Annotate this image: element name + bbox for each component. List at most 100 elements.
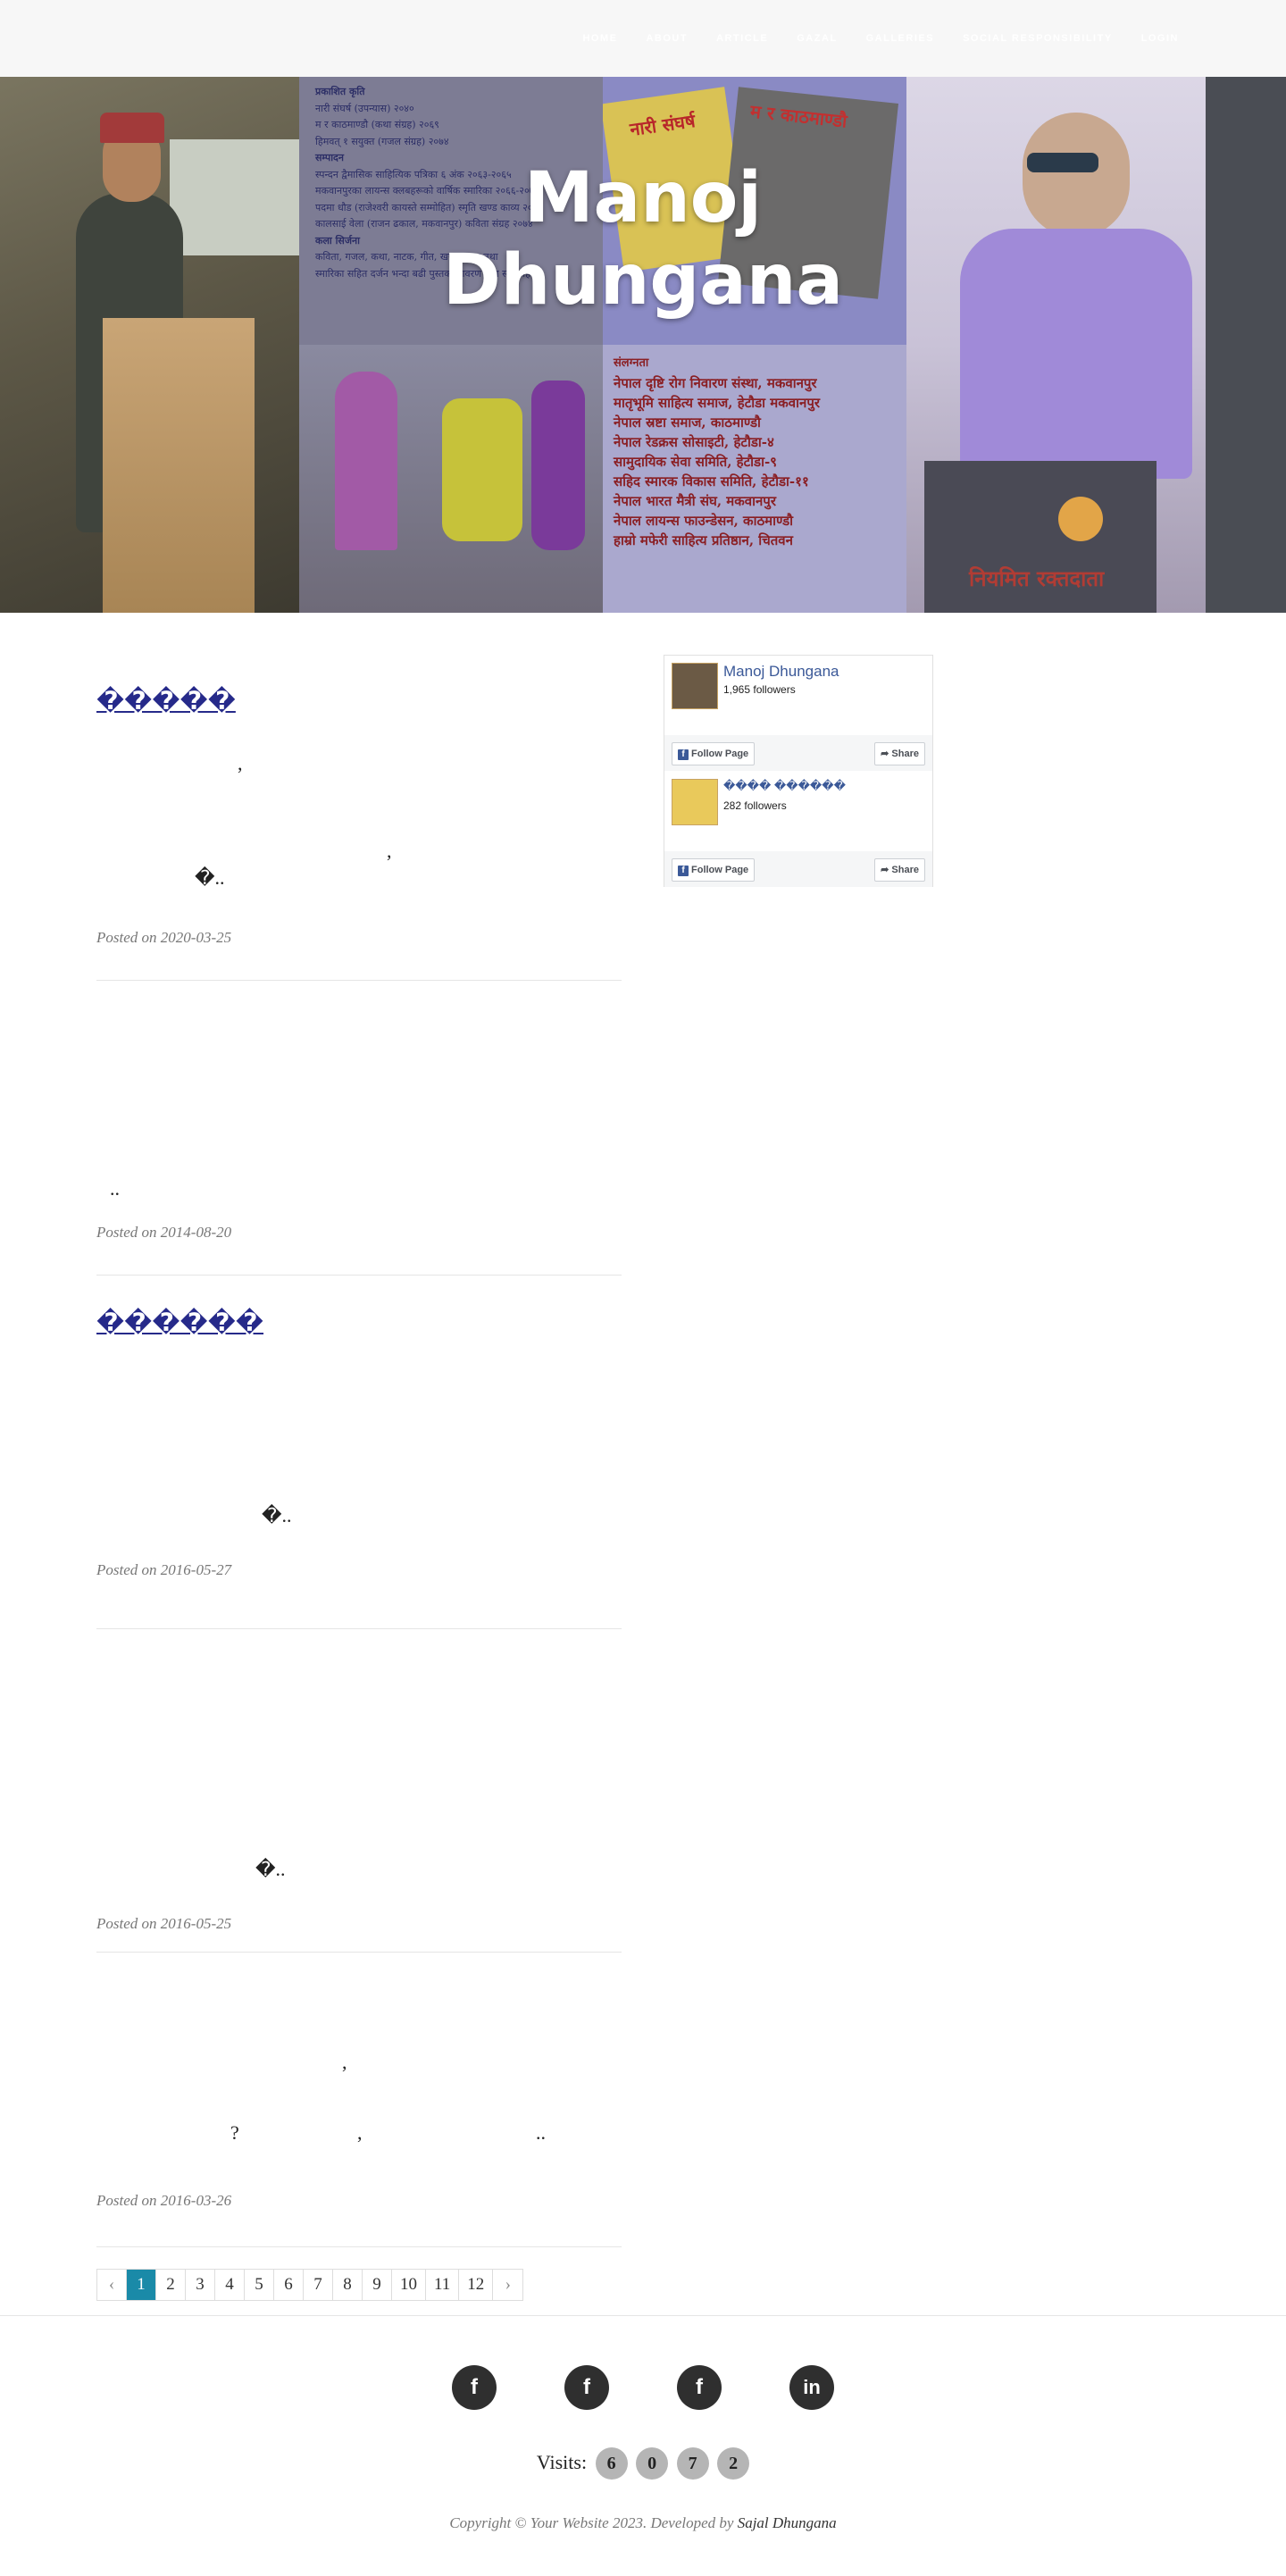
hero-title-last: Dhungana [443,240,843,321]
fb-follower-count: 282 followers [723,799,787,812]
post-excerpt: �.. [96,1275,622,1561]
post-meta: Posted on 2016-03-26 [96,2192,232,2209]
publication-line: प्रकाशित कृति [315,86,365,97]
facebook-icon: f [678,866,689,876]
pagination-page[interactable]: 1 [127,2270,156,2300]
pagination-page[interactable]: 10 [392,2270,426,2300]
nav-login[interactable]: LOGIN [1141,33,1179,44]
nav-about[interactable]: ABOUT [646,33,688,44]
publication-line: म र काठमाण्डौ (कथा संग्रह) २०६९ [315,119,439,130]
footer-divider [0,2315,1286,2316]
publication-line: हिमवत् १ सयुक्त (गजल संग्रह) २०७४ [315,135,449,147]
fb-page-avatar[interactable] [672,663,718,709]
facebook-icon[interactable]: f [564,2365,609,2410]
hero-title-first: Manoj [523,158,763,238]
facebook-page-widget: Manoj Dhungana 1,965 followers f Follow P… [664,655,933,887]
nav-social-responsibility[interactable]: SOCIAL RESPONSIBILITY [963,33,1113,44]
pagination: ‹ 1 2 3 4 5 6 7 8 9 10 11 12 › [96,2269,524,2301]
pagination-page[interactable]: 9 [363,2270,392,2300]
visit-digit: 7 [676,2447,709,2480]
pagination-page[interactable]: 3 [186,2270,215,2300]
affiliation-line: मातृभूमि साहित्य समाज, हेटौडा मकवानपुर [614,395,820,411]
post-preview: , ? , .. Posted on 2016-03-26 [96,1953,622,2247]
post-date: 2014-08-20 [160,1224,232,1241]
post-excerpt: , ? , .. [96,1953,622,2185]
post-excerpt: �.. [96,1629,622,1897]
fb-page-card: ���� ������ 282 followers f Follow Page ➦… [664,772,932,887]
excerpt-fragment: , [357,2121,363,2144]
facebook-icon[interactable]: f [452,2365,497,2410]
post-date: 2016-05-25 [160,1915,232,1932]
pagination-page[interactable]: 11 [426,2270,460,2300]
excerpt-fragment: , [342,2051,347,2073]
fb-share-button[interactable]: ➦ Share [874,742,925,765]
copyright: Copyright © Your Website 2023. Developed… [0,2514,1286,2532]
nav-home[interactable]: HOME [582,33,617,44]
post-meta: Posted on 2014-08-20 [96,1224,232,1241]
excerpt-fragment: .. [536,2121,546,2144]
nav-article[interactable]: ARTICLE [716,33,768,44]
pagination-page[interactable]: 5 [245,2270,274,2300]
pagination-prev[interactable]: ‹ [97,2270,127,2300]
pagination-page[interactable]: 12 [459,2270,494,2300]
pagination-page[interactable]: 8 [333,2270,363,2300]
visit-counter: Visits: 6 0 7 2 [0,2447,1286,2480]
nav-gazal[interactable]: GAZAL [797,33,837,44]
post-preview: �.. Posted on 2016-05-25 [96,1629,622,1953]
post-excerpt: .. [96,981,622,1213]
post-preview: ������ �.. Posted on 2016-05-27 [96,1275,622,1629]
affiliation-line: संलग्नता [614,356,649,370]
excerpt-fragment: ? [230,2121,239,2144]
nav-galleries[interactable]: GALLERIES [866,33,934,44]
fb-follower-count: 1,965 followers [723,683,796,696]
affiliation-line: नेपाल दृष्टि रोग निवारण संस्था, मकवानपुर [614,375,817,391]
fb-page-card: Manoj Dhungana 1,965 followers f Follow P… [664,656,932,771]
affiliation-line: नेपाल रेडक्रस सोसाइटी, हेटौडा-४ [614,434,774,450]
excerpt-fragment: �.. [195,866,225,889]
excerpt-fragment: .. [110,1177,120,1200]
post-meta: Posted on 2016-05-27 [96,1561,232,1578]
affiliation-line: नेपाल लायन्स फाउन्डेसन, काठमाण्डौ [614,513,794,529]
excerpt-fragment: �.. [262,1504,292,1526]
blood-donor-label: नियमित रक्तदाता [969,565,1105,591]
affiliation-line: सामुदायिक सेवा समिति, हेटौडा-९ [614,454,777,470]
facebook-icon[interactable]: f [677,2365,722,2410]
hero-title: Manoj Dhungana [0,157,1286,322]
visit-digit: 2 [717,2447,750,2480]
affiliation-line: हाम्रो मफेरी साहित्य प्रतिष्ठान, चितवन [614,532,793,548]
top-navbar: HOME ABOUT ARTICLE GAZAL GALLERIES SOCIA… [0,0,1286,77]
excerpt-fragment: �.. [255,1858,286,1880]
post-preview: .. Posted on 2014-08-20 [96,981,622,1275]
pagination-page[interactable]: 2 [156,2270,186,2300]
pagination-page[interactable]: 6 [274,2270,304,2300]
publication-line: नारी संघर्ष (उपन्यास) २०४० [315,102,414,114]
pagination-page[interactable]: 4 [215,2270,245,2300]
post-meta: Posted on 2016-05-25 [96,1915,232,1932]
post-preview: ����� , , �.. Posted on 2020-03-25 [96,613,622,981]
post-date: 2016-03-26 [160,2192,232,2209]
social-links: f f f in [0,2365,1286,2410]
post-list: ����� , , �.. Posted on 2020-03-25 .. Po… [96,613,622,2247]
affiliations-text: संलग्नता नेपाल दृष्टि रोग निवारण संस्था, … [614,354,899,550]
post-date: 2020-03-25 [160,929,232,946]
visit-digit: 0 [636,2447,669,2480]
main-menu: HOME ABOUT ARTICLE GAZAL GALLERIES SOCIA… [554,0,1179,77]
visits-label: Visits: [536,2451,588,2473]
fb-follow-button[interactable]: f Follow Page [672,858,756,882]
fb-page-name[interactable]: Manoj Dhungana [723,663,839,681]
post-excerpt: , , �.. [96,613,622,889]
fb-page-name[interactable]: ���� ������ [723,779,846,793]
pagination-next[interactable]: › [493,2270,522,2300]
affiliation-line: सहिद स्मारक विकास समिति, हेटौडा-११ [614,473,809,489]
affiliation-line: नेपाल भारत मैत्री संघ, मकवानपुर [614,493,776,509]
fb-follow-button[interactable]: f Follow Page [672,742,756,765]
developer-link[interactable]: Sajal Dhungana [738,2514,837,2531]
facebook-icon: f [678,749,689,760]
fb-share-button[interactable]: ➦ Share [874,858,925,882]
copyright-text: Copyright © Your Website 2023. Developed… [449,2514,734,2531]
share-icon: ➦ [881,865,892,875]
fb-page-avatar[interactable] [672,779,718,825]
linkedin-icon[interactable]: in [789,2365,834,2410]
pagination-page[interactable]: 7 [304,2270,333,2300]
visit-digit: 6 [595,2447,628,2480]
